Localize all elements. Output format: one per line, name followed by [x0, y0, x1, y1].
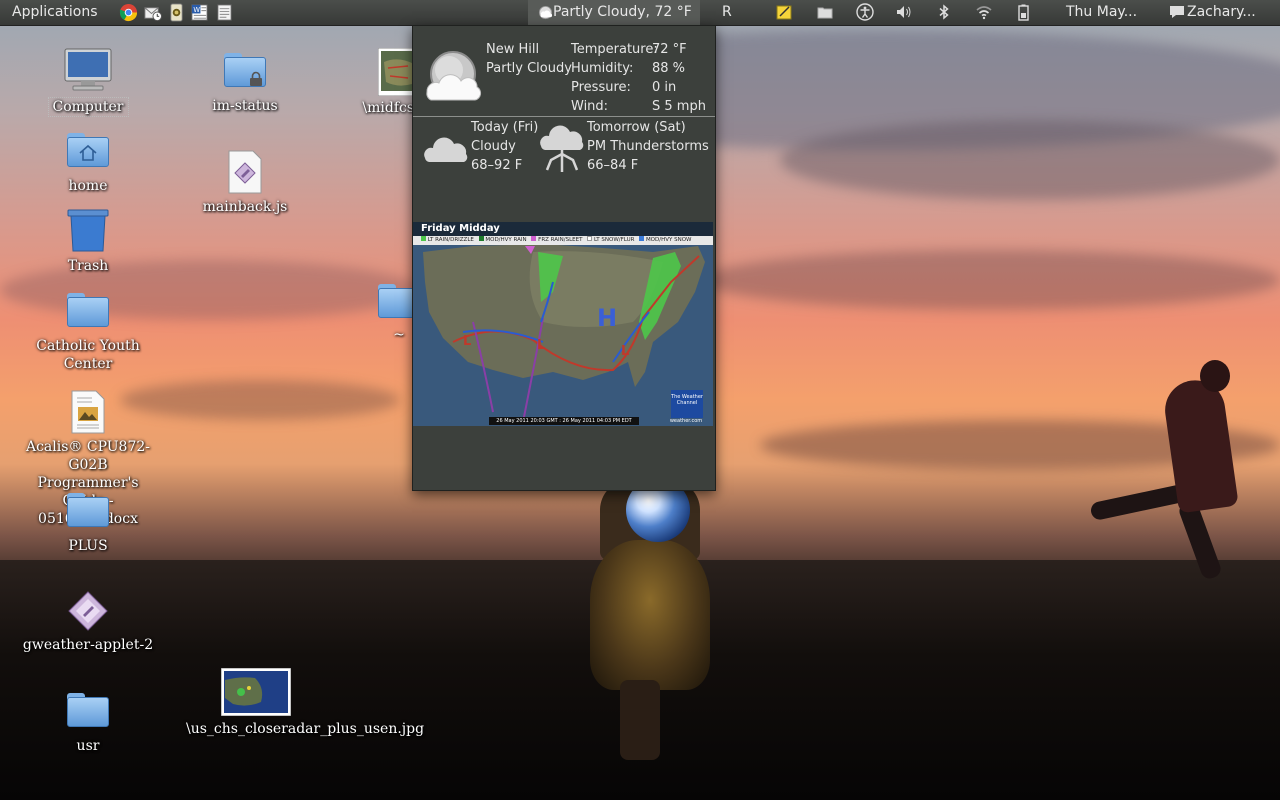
- accessibility-icon[interactable]: [856, 3, 874, 21]
- desktop-icon-label: usr: [76, 738, 100, 754]
- desktop-icon-home[interactable]: home: [18, 133, 158, 195]
- desktop-icon-trash[interactable]: Trash: [18, 207, 158, 275]
- temperature-value: 72 °F: [652, 42, 687, 57]
- top-panel: Applications W Partly Cloudy, 72 °F R Th…: [0, 0, 1280, 26]
- folder-icon[interactable]: [816, 3, 834, 21]
- pressure-label: Pressure:: [571, 80, 631, 95]
- wind-value: S 5 mph: [652, 99, 706, 114]
- tomorrow-range: 66–84 F: [587, 158, 639, 173]
- thunderstorm-icon: [540, 125, 584, 172]
- desktop-icon-radar-jpg[interactable]: \us_chs_closeradar_plus_usen.jpg: [186, 667, 425, 738]
- desktop-icon-label: home: [68, 178, 108, 194]
- forecast-map[interactable]: Friday Midday LT RAIN/DRIZZLE MOD/HVY RA…: [413, 222, 713, 426]
- cloudy-icon: [424, 137, 468, 162]
- humidity-value: 88 %: [652, 61, 686, 76]
- notes-icon[interactable]: [775, 3, 793, 21]
- desktop-icon-label: Catholic Youth Center: [36, 338, 140, 372]
- home-folder-icon: [67, 133, 109, 167]
- divider: [413, 116, 715, 117]
- applications-menu[interactable]: Applications: [12, 0, 98, 25]
- wind-label: Wind:: [571, 99, 609, 114]
- trash-icon: [67, 209, 109, 252]
- word-document-icon[interactable]: W: [190, 3, 209, 22]
- user-menu[interactable]: Zachary...: [1187, 0, 1256, 25]
- locked-folder-icon: [224, 53, 266, 87]
- map-title: Friday Midday: [413, 222, 713, 236]
- weather-site: weather.com: [669, 418, 703, 424]
- weather-channel-logo: The Weather Channel: [671, 390, 703, 418]
- desktop-icon-computer[interactable]: Computer: [18, 47, 158, 117]
- wifi-icon[interactable]: [975, 3, 993, 21]
- computer-icon: [64, 48, 112, 91]
- forecast-map-graphic: [413, 222, 713, 426]
- humidity-label: Humidity:: [571, 61, 634, 76]
- legend-item: LT RAIN/DRIZZLE: [427, 237, 474, 243]
- legend-item: LT SNOW/FLUR: [593, 237, 635, 243]
- legend-item: FRZ RAIN/SLEET: [538, 237, 583, 243]
- today-title: Today (Fri): [471, 120, 539, 135]
- javascript-file-icon: [228, 150, 262, 194]
- document-icon: [71, 390, 105, 434]
- keyboard-layout-indicator[interactable]: R: [722, 0, 732, 25]
- chrome-icon[interactable]: [119, 3, 138, 22]
- desktop-icon-label: gweather-applet-2: [22, 637, 154, 653]
- desktop-icon-mainback-js[interactable]: mainback.js: [175, 150, 315, 216]
- desktop-icon-label: Computer: [47, 97, 129, 117]
- bluetooth-icon[interactable]: [935, 3, 953, 21]
- low-pressure-marker: L: [537, 338, 546, 353]
- desktop-icon-label: PLUS: [68, 538, 108, 554]
- script-file-icon: [68, 591, 108, 631]
- tomorrow-title: Tomorrow (Sat): [587, 120, 686, 135]
- pressure-value: 0 in: [652, 80, 677, 95]
- svg-text:W: W: [193, 6, 200, 14]
- volume-icon[interactable]: [895, 3, 913, 21]
- weather-applet[interactable]: Partly Cloudy, 72 °F: [528, 0, 700, 25]
- desktop-icon-gweather-applet[interactable]: gweather-applet-2: [18, 590, 158, 654]
- desktop-icon-usr[interactable]: usr: [18, 693, 158, 755]
- clock[interactable]: Thu May...: [1066, 0, 1137, 25]
- partly-cloudy-icon: [426, 51, 482, 101]
- folder-icon: [67, 693, 109, 727]
- weather-condition: Partly Cloudy: [486, 61, 572, 76]
- battery-icon[interactable]: [1014, 3, 1032, 21]
- desktop-icon-catholic-youth-center[interactable]: Catholic Youth Center: [18, 293, 158, 373]
- partly-cloudy-icon: [538, 5, 553, 20]
- temperature-label: Temperature:: [571, 42, 658, 57]
- desktop-icon-im-status[interactable]: im-status: [175, 53, 315, 115]
- folder-icon: [67, 293, 109, 327]
- desktop-icon-label: \us_chs_closeradar_plus_usen.jpg: [186, 721, 425, 737]
- map-legend: LT RAIN/DRIZZLE MOD/HVY RAIN FRZ RAIN/SL…: [413, 236, 713, 245]
- low-pressure-marker: L: [621, 344, 630, 359]
- desktop-icon-plus[interactable]: PLUS: [18, 493, 158, 555]
- folder-icon: [67, 493, 109, 527]
- text-editor-icon[interactable]: [215, 3, 234, 22]
- today-range: 68–92 F: [471, 158, 523, 173]
- chat-status-icon: [1170, 6, 1184, 18]
- today-condition: Cloudy: [471, 139, 516, 154]
- desktop-icon-label: im-status: [212, 98, 278, 114]
- weather-applet-label: Partly Cloudy, 72 °F: [553, 4, 692, 20]
- legend-item: MOD/HVY RAIN: [485, 237, 527, 243]
- map-timestamp: 26 May 2011 20:03 GMT : 26 May 2011 04:0…: [489, 417, 639, 425]
- weather-location: New Hill: [486, 42, 540, 57]
- desktop-icon-label: mainback.js: [202, 199, 288, 215]
- legend-item: MOD/HVY SNOW: [645, 237, 692, 243]
- low-pressure-marker: L: [463, 334, 472, 349]
- desktop-icon-label: Trash: [67, 258, 109, 274]
- tomorrow-condition: PM Thunderstorms: [587, 139, 709, 154]
- high-pressure-marker: H: [597, 304, 618, 332]
- weather-popup: New Hill Partly Cloudy Temperature: 72 °…: [412, 25, 716, 491]
- app-launcher-icon[interactable]: [167, 3, 186, 22]
- mail-clock-icon[interactable]: [143, 3, 162, 22]
- image-thumbnail-icon: [220, 667, 292, 717]
